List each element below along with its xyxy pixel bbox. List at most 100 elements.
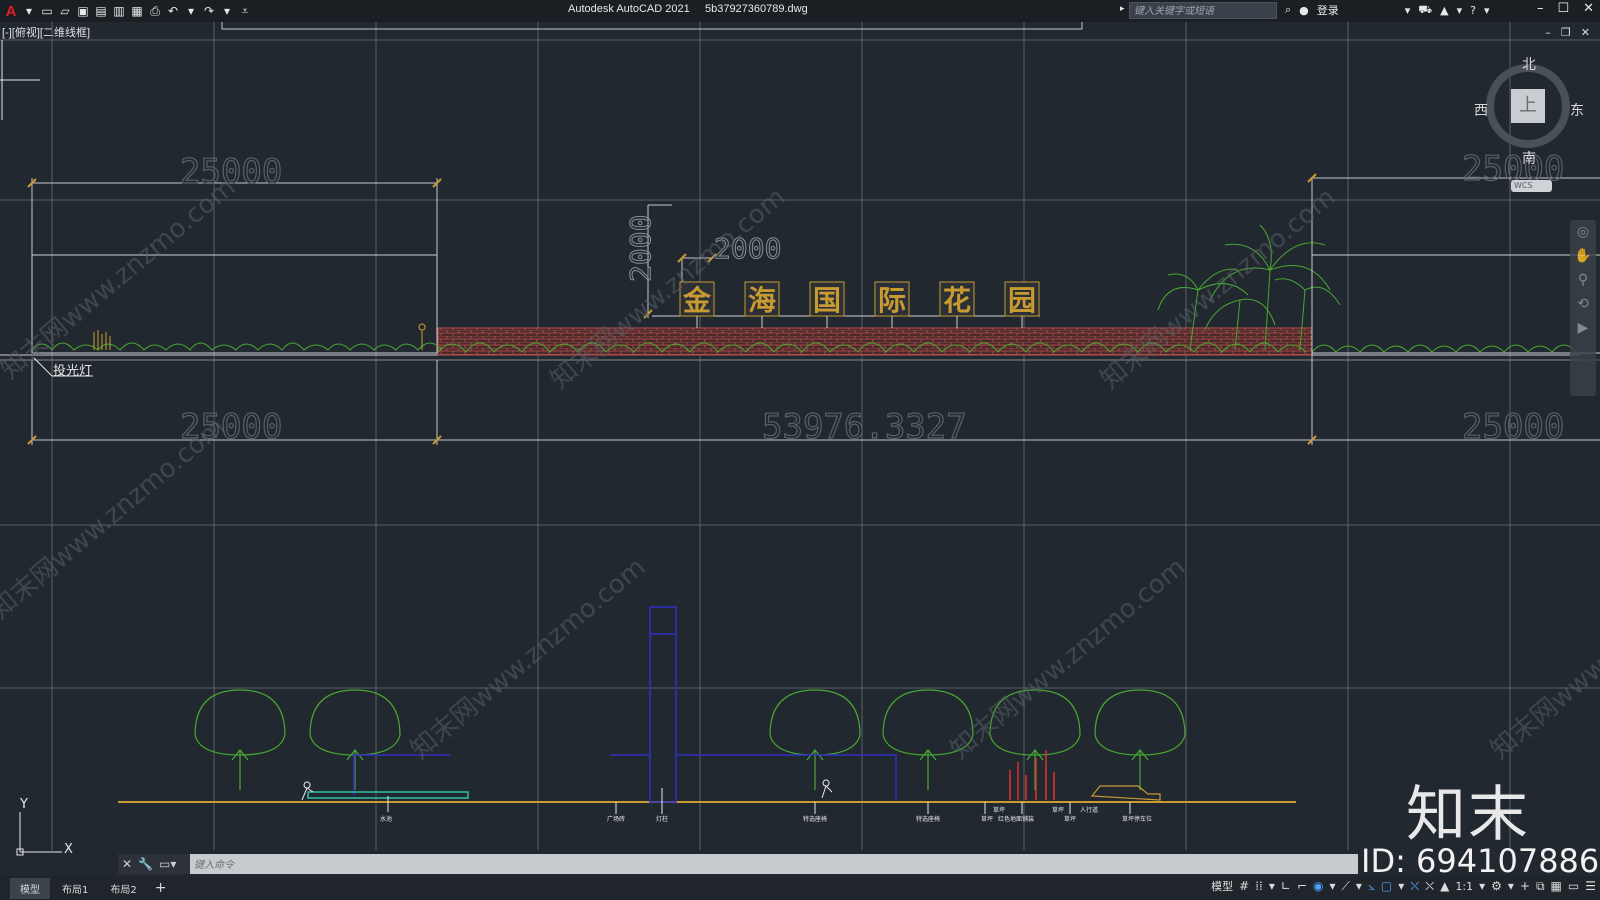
viewport-controls[interactable]: [-][俯视][二维线框]: [2, 24, 90, 40]
plot-icon[interactable]: ▦: [130, 4, 144, 18]
annotation-monitor-icon[interactable]: +: [1520, 879, 1530, 893]
customize-icon[interactable]: 🔧: [138, 857, 153, 871]
viewport-minimize-icon[interactable]: –: [1545, 26, 1551, 39]
autocad-logo-icon[interactable]: A: [4, 3, 18, 20]
autodesk-app-icon[interactable]: ▲: [1440, 4, 1448, 17]
object-snap-icon[interactable]: ▢: [1381, 879, 1392, 893]
svg-text:知末网www.znzmo.com: 知末网www.znzmo.com: [0, 172, 241, 385]
sign-char-5: 花: [943, 284, 971, 317]
ortho-icon[interactable]: ⌐: [1297, 879, 1307, 893]
plan-label-10: 草坪: [1064, 815, 1076, 823]
clean-screen-icon[interactable]: ▭: [1568, 879, 1579, 893]
app-menu-chevron-icon[interactable]: ▾: [22, 4, 36, 18]
dim-left-bottom: 25000: [180, 407, 282, 447]
search-expand-icon[interactable]: ▸: [1120, 4, 1125, 14]
callout-label: 投光灯: [53, 363, 92, 379]
cart-icon[interactable]: ⛟: [1418, 3, 1432, 18]
compass-north[interactable]: 北: [1522, 54, 1536, 74]
tab-model[interactable]: 模型: [10, 877, 50, 899]
snap-icon[interactable]: ⁞⁞: [1255, 879, 1263, 893]
units-icon[interactable]: ⧉: [1536, 879, 1545, 894]
water-pool: [307, 791, 469, 799]
viewport-close-icon[interactable]: ✕: [1581, 26, 1590, 39]
app-dropdown-icon[interactable]: ▾: [1457, 4, 1463, 17]
pan-icon[interactable]: ✋: [1570, 244, 1596, 268]
viewport-restore-icon[interactable]: ❐: [1561, 26, 1571, 39]
login-dropdown-icon[interactable]: ▾: [1405, 4, 1411, 17]
ucs-x-label: X: [64, 842, 73, 857]
command-input[interactable]: 键入命令: [194, 856, 234, 871]
grid-icon[interactable]: #: [1239, 879, 1249, 893]
callout-leader: [33, 357, 53, 377]
customization-icon[interactable]: ☰: [1585, 879, 1596, 893]
orbit-icon[interactable]: ⟲: [1570, 292, 1596, 316]
open-file-icon[interactable]: ▱: [58, 4, 72, 18]
sign-char-3: 国: [813, 284, 841, 317]
wcs-menu[interactable]: WCS: [1511, 180, 1552, 192]
plan-blue-structures: [353, 606, 897, 803]
auto-scale-icon[interactable]: ⛌: [1425, 879, 1434, 894]
quick-properties-icon[interactable]: ▦: [1551, 879, 1562, 893]
drawing-canvas[interactable]: 金 海 国 际 花 园 25000 25000 53976.3327 25000…: [0, 0, 1600, 900]
svg-text:知末网www.znzmo.com: 知末网www.znzmo.com: [0, 412, 231, 625]
infer-icon[interactable]: ∟: [1281, 879, 1291, 893]
brick-wall: [437, 327, 1313, 356]
help-dropdown-icon[interactable]: ▾: [1484, 4, 1490, 17]
annotation-visibility-icon[interactable]: ⛌: [1410, 879, 1419, 894]
undo-dropdown-icon[interactable]: ▾: [184, 4, 198, 18]
recent-commands-icon[interactable]: ▭▾: [159, 857, 176, 871]
save-icon[interactable]: ▣: [76, 4, 90, 18]
publish-icon[interactable]: ▥: [112, 4, 126, 18]
compass-west[interactable]: 西: [1474, 100, 1488, 120]
palm-trees: [1157, 224, 1341, 351]
compass-south[interactable]: 南: [1522, 148, 1536, 168]
object-snap-dropdown-icon[interactable]: ▾: [1398, 879, 1404, 893]
new-file-icon[interactable]: ▭: [40, 4, 54, 18]
plan-people: [301, 779, 833, 801]
undo-icon[interactable]: ↶: [166, 4, 180, 18]
close-icon[interactable]: ✕: [1583, 1, 1594, 16]
viewcube-top-face[interactable]: 上: [1511, 89, 1545, 123]
red-sculpture: [1009, 750, 1055, 800]
annotation-scale-value[interactable]: 1:1: [1455, 880, 1473, 893]
status-bar: 模型 # ⁞⁞ ▾ ∟ ⌐ ◉ ▾ ⟋ ▾ ⦣ ▢ ▾ ⛌ ⛌ ▲ 1:1 ▾ …: [1211, 878, 1596, 894]
watermark-id: ID: 694107886: [1361, 842, 1600, 880]
help-icon[interactable]: ?: [1470, 4, 1476, 17]
compass-east[interactable]: 东: [1570, 100, 1584, 120]
workspace-dropdown-icon[interactable]: ▾: [1508, 879, 1514, 893]
sign-char-2: 海: [748, 284, 776, 317]
isodraft-icon[interactable]: ⟋: [1342, 879, 1350, 894]
polar-dropdown-icon[interactable]: ▾: [1329, 879, 1335, 893]
zoom-icon[interactable]: ⚲: [1570, 268, 1596, 292]
isodraft-dropdown-icon[interactable]: ▾: [1356, 879, 1362, 893]
model-space-button[interactable]: 模型: [1211, 878, 1233, 894]
redo-icon[interactable]: ↷: [202, 4, 216, 18]
right-wall-outline: [1311, 254, 1600, 354]
snap-dropdown-icon[interactable]: ▾: [1269, 879, 1275, 893]
scale-dropdown-icon[interactable]: ▾: [1479, 879, 1485, 893]
object-snap-tracking-icon[interactable]: ⦣: [1368, 879, 1375, 894]
redo-dropdown-icon[interactable]: ▾: [220, 4, 234, 18]
steering-wheel-icon[interactable]: ◎: [1570, 220, 1596, 244]
maximize-icon[interactable]: ☐: [1557, 1, 1569, 16]
login-button[interactable]: 登录: [1317, 2, 1339, 18]
minimize-icon[interactable]: –: [1537, 1, 1544, 16]
save-as-icon[interactable]: ▤: [94, 4, 108, 18]
annotation-scale-icon[interactable]: ▲: [1440, 879, 1449, 893]
customize-qat-icon[interactable]: ⩡: [238, 4, 252, 18]
add-layout-icon[interactable]: +: [149, 880, 173, 896]
plan-label-7: 草坪: [993, 806, 1005, 814]
polar-tracking-icon[interactable]: ◉: [1313, 879, 1323, 893]
showmotion-icon[interactable]: ▶: [1570, 316, 1596, 340]
workspace-icon[interactable]: ⚙: [1491, 879, 1502, 893]
tab-layout2[interactable]: 布局2: [100, 878, 146, 899]
user-icon[interactable]: ●: [1299, 4, 1309, 17]
close-command-line-icon[interactable]: ✕: [122, 857, 132, 871]
tab-layout1[interactable]: 布局1: [52, 878, 98, 899]
plan-label-9: 草坪: [1052, 806, 1064, 814]
viewcube[interactable]: 北 南 西 东 上 WCS: [1474, 54, 1584, 192]
print-icon[interactable]: ⎙: [148, 4, 162, 18]
search-icon[interactable]: ⌕: [1285, 3, 1291, 17]
search-input[interactable]: 键入关键字或短语: [1129, 2, 1277, 19]
window-title: Autodesk AutoCAD 2021 5b37927360789.dwg: [568, 3, 808, 15]
